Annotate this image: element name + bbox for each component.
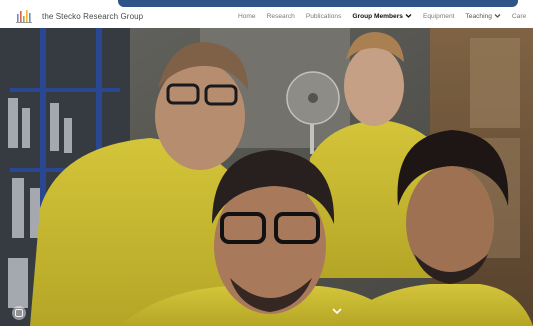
top-accent-strip <box>0 0 533 10</box>
research-group-logo-icon <box>16 9 32 23</box>
nav-item-care[interactable]: Care <box>512 13 526 20</box>
nav-item-teaching[interactable]: Teaching <box>465 12 501 20</box>
chevron-down-icon <box>494 14 501 18</box>
nav-item-label: Publications <box>305 12 342 20</box>
nav-item-label: Group Members <box>352 12 403 20</box>
nav-item-label: Home <box>238 12 256 20</box>
group-photo <box>0 28 533 326</box>
nav-item-home[interactable]: Home <box>238 13 256 20</box>
nav-item-label: Equipment <box>422 12 455 20</box>
nav-item-label: Research <box>266 12 295 20</box>
group-photo-illustration <box>0 28 533 326</box>
site-title: the Stecko Research Group <box>42 11 144 21</box>
nav-item-label: Teaching <box>465 12 492 20</box>
nav-item-label: Care <box>511 12 527 20</box>
nav-item-publications[interactable]: Publications <box>306 13 342 20</box>
nav-item-equipment[interactable]: Equipment <box>423 13 455 20</box>
nav-item-research[interactable]: Research <box>267 13 295 20</box>
accent-bar <box>118 0 518 7</box>
site-brand[interactable]: the Stecko Research Group <box>14 8 143 24</box>
chevron-down-icon <box>405 14 412 18</box>
image-badge-icon[interactable] <box>12 306 26 320</box>
chevron-down-icon[interactable] <box>331 306 343 316</box>
nav-item-group-members[interactable]: Group Members <box>352 13 412 20</box>
